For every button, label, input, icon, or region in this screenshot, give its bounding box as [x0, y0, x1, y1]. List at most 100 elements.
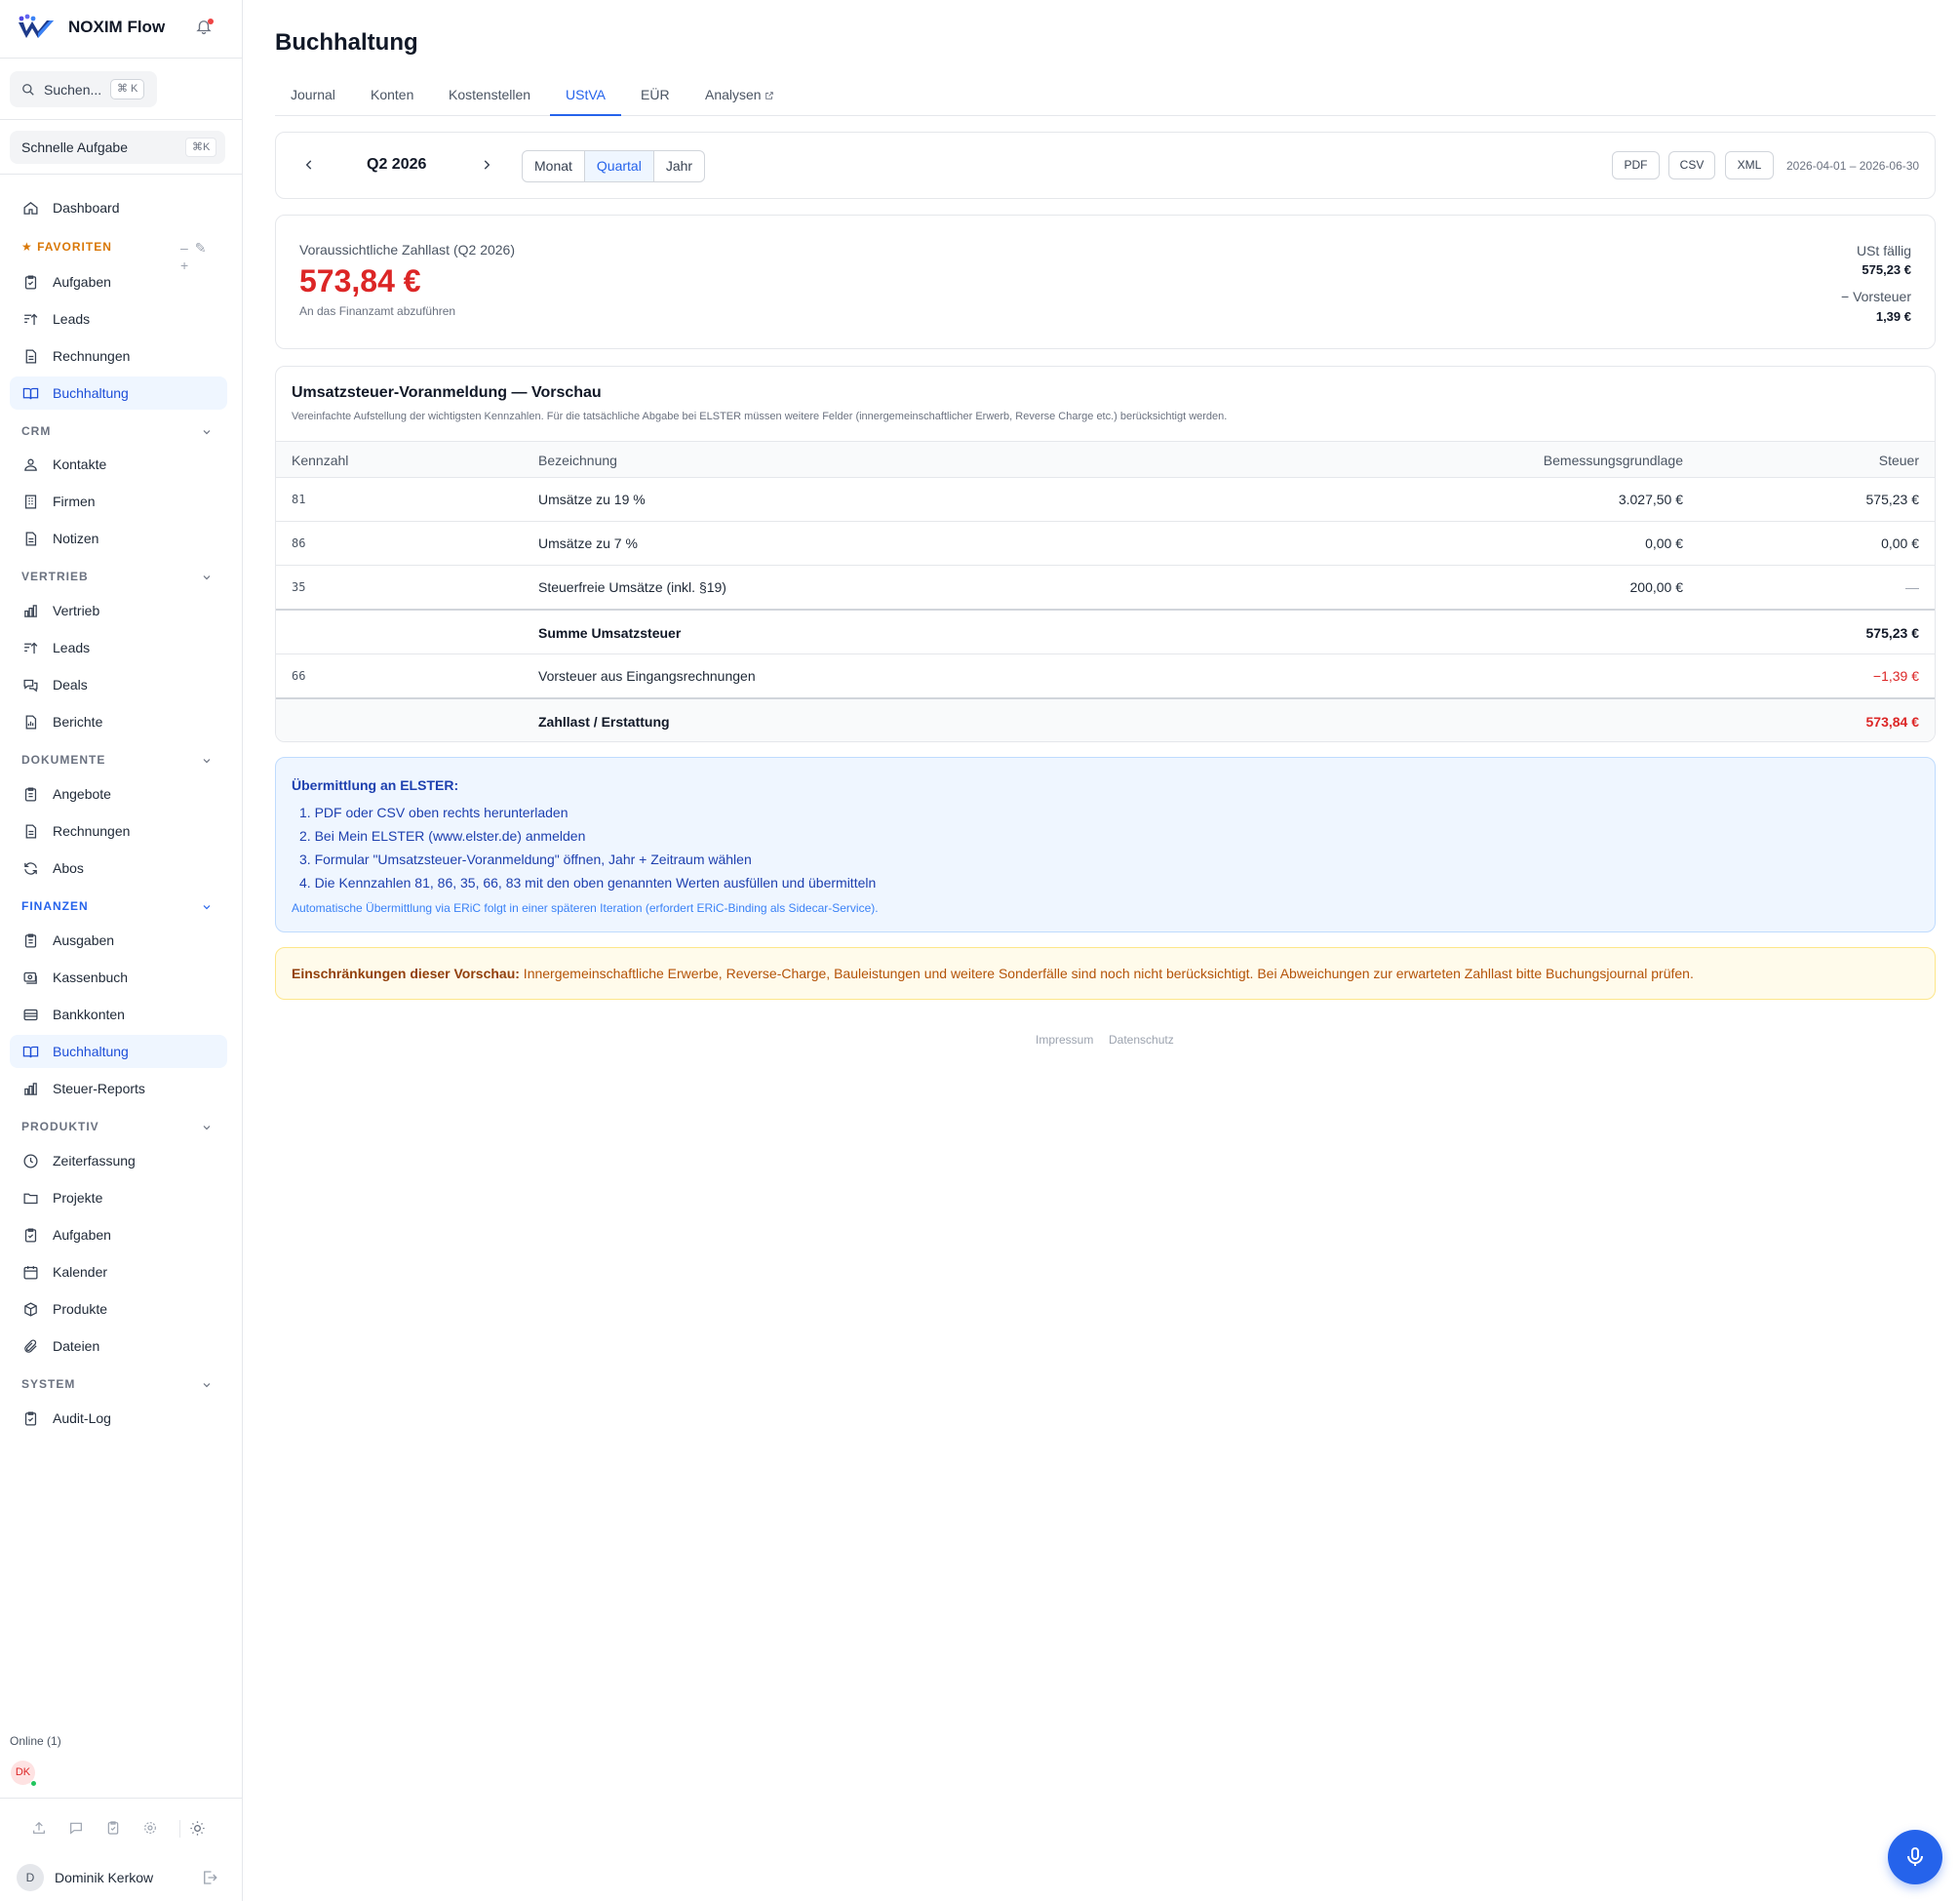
mode-jahr-button[interactable]: Jahr: [654, 151, 704, 181]
chat-icon[interactable]: [68, 1820, 84, 1836]
sidebar-item-notizen[interactable]: Notizen: [10, 522, 227, 555]
export-csv-button[interactable]: CSV: [1668, 151, 1715, 179]
sidebar-item-aufgaben[interactable]: Aufgaben: [10, 1218, 227, 1251]
row-code: 66: [292, 669, 306, 683]
sidebar-item-label: Aufgaben: [53, 274, 111, 290]
sidebar-item-fav-aufgaben[interactable]: Aufgaben: [10, 265, 227, 298]
tab-konten[interactable]: Konten: [371, 87, 413, 116]
collapse-icon[interactable]: –: [180, 241, 188, 255]
app-name: NOXIM Flow: [68, 18, 166, 36]
logout-icon[interactable]: [201, 1869, 218, 1886]
section-produktiv[interactable]: PRODUKTIV: [21, 1120, 221, 1135]
folder-icon: [22, 1190, 39, 1207]
contacts-icon: [22, 456, 39, 473]
sidebar-item-label: Deals: [53, 677, 88, 693]
sidebar-item-bankkonten[interactable]: Bankkonten: [10, 998, 227, 1031]
sidebar-item-kassenbuch[interactable]: Kassenbuch: [10, 961, 227, 994]
sidebar-item-ausgaben[interactable]: Ausgaben: [10, 924, 227, 957]
chevron-down-icon: [201, 755, 213, 767]
sidebar-item-label: Audit-Log: [53, 1410, 111, 1426]
summary-label: Voraussichtliche Zahllast (Q2 2026): [299, 242, 515, 257]
clipboard-check-icon: [22, 274, 39, 291]
upload-icon[interactable]: [31, 1820, 47, 1836]
credit-card-icon: [22, 1007, 39, 1023]
user-profile[interactable]: D Dominik Kerkow: [17, 1864, 226, 1891]
clipboard-icon[interactable]: [105, 1820, 121, 1836]
sidebar-item-projekte[interactable]: Projekte: [10, 1181, 227, 1214]
sidebar-item-zeiterfassung[interactable]: Zeiterfassung: [10, 1144, 227, 1177]
sidebar-item-audit-log[interactable]: Audit-Log: [10, 1402, 227, 1435]
period-mode-toggle: Monat Quartal Jahr: [522, 150, 706, 182]
sun-icon[interactable]: [189, 1820, 206, 1837]
sidebar-item-rechnungen[interactable]: Rechnungen: [10, 814, 227, 848]
tab-analysen[interactable]: Analysen: [705, 87, 774, 116]
section-system[interactable]: SYSTEM: [21, 1377, 221, 1393]
elster-title: Übermittlung an ELSTER:: [292, 777, 459, 793]
section-finanzen[interactable]: FINANZEN: [21, 899, 221, 915]
elster-note: Automatische Übermittlung via ERiC folgt…: [292, 901, 879, 915]
row-tax: 575,23 €: [1865, 625, 1920, 641]
sidebar-item-buchhaltung[interactable]: Buchhaltung: [10, 1035, 227, 1068]
tab-eur[interactable]: EÜR: [641, 87, 670, 116]
sidebar-item-firmen[interactable]: Firmen: [10, 485, 227, 518]
divider: [179, 1820, 180, 1838]
sidebar-item-dateien[interactable]: Dateien: [10, 1329, 227, 1363]
pencil-icon[interactable]: ✎: [195, 241, 207, 255]
mode-monat-button[interactable]: Monat: [523, 151, 585, 181]
tab-kostenstellen[interactable]: Kostenstellen: [449, 87, 530, 116]
impressum-link[interactable]: Impressum: [1036, 1033, 1093, 1047]
sidebar-item-produkte[interactable]: Produkte: [10, 1292, 227, 1326]
sidebar-item-fav-rechnungen[interactable]: Rechnungen: [10, 339, 227, 373]
sidebar-item-leads[interactable]: Leads: [10, 631, 227, 664]
section-vertrieb[interactable]: VERTRIEB: [21, 570, 221, 585]
quick-task-button[interactable]: Schnelle Aufgabe ⌘K: [10, 131, 225, 164]
noxim-logo[interactable]: [17, 13, 56, 42]
search-icon: [21, 83, 35, 97]
refresh-icon: [22, 860, 39, 877]
page-title: Buchhaltung: [275, 29, 418, 56]
export-xml-button[interactable]: XML: [1725, 151, 1774, 179]
table-row: 66 Vorsteuer aus Eingangsrechnungen −1,3…: [276, 653, 1935, 697]
sidebar-item-kontakte[interactable]: Kontakte: [10, 448, 227, 481]
sidebar-item-label: Berichte: [53, 714, 103, 730]
quick-task-shortcut: ⌘K: [185, 138, 217, 157]
table-row-total: Zahllast / Erstattung 573,84 €: [276, 697, 1935, 741]
chevron-right-icon[interactable]: [480, 158, 493, 172]
sidebar-item-label: Leads: [53, 640, 91, 655]
section-dokumente[interactable]: DOKUMENTE: [21, 753, 221, 769]
chevron-down-icon: [201, 426, 213, 438]
sidebar-item-vertrieb[interactable]: Vertrieb: [10, 594, 227, 627]
sidebar-item-kalender[interactable]: Kalender: [10, 1255, 227, 1288]
book-open-icon: [22, 385, 39, 402]
mode-quartal-button[interactable]: Quartal: [584, 151, 654, 181]
export-pdf-button[interactable]: PDF: [1612, 151, 1660, 179]
row-name: Summe Umsatzsteuer: [538, 625, 682, 641]
sidebar-item-label: Buchhaltung: [53, 385, 129, 401]
search-button[interactable]: Suchen... ⌘ K: [10, 71, 157, 107]
datenschutz-link[interactable]: Datenschutz: [1109, 1033, 1174, 1047]
section-title: CRM: [21, 424, 52, 438]
sidebar-item-berichte[interactable]: Berichte: [10, 705, 227, 738]
sidebar-item-fav-buchhaltung[interactable]: Buchhaltung: [10, 376, 227, 410]
chevron-left-icon[interactable]: [302, 158, 316, 172]
tab-bar: Journal Konten Kostenstellen UStVA EÜR A…: [275, 82, 1936, 116]
sidebar-item-deals[interactable]: Deals: [10, 668, 227, 701]
sidebar-item-steuer-reports[interactable]: Steuer-Reports: [10, 1072, 227, 1105]
section-crm[interactable]: CRM: [21, 424, 221, 440]
sidebar-item-abos[interactable]: Abos: [10, 851, 227, 885]
sidebar-item-label: Produkte: [53, 1301, 108, 1317]
document-icon: [22, 823, 39, 840]
voice-input-button[interactable]: [1888, 1830, 1942, 1884]
sidebar-item-angebote[interactable]: Angebote: [10, 777, 227, 811]
user-avatar: D: [17, 1864, 44, 1891]
bar-chart-icon: [22, 603, 39, 619]
gear-icon[interactable]: [142, 1820, 158, 1836]
chevron-down-icon: [201, 1379, 213, 1391]
tab-journal[interactable]: Journal: [291, 87, 335, 116]
tab-ustva[interactable]: UStVA: [550, 87, 621, 116]
vorsteuer-value: 1,39 €: [1875, 309, 1911, 324]
sidebar-item-fav-leads[interactable]: Leads: [10, 302, 227, 336]
sidebar-item-dashboard[interactable]: Dashboard: [10, 191, 227, 224]
chevron-down-icon: [201, 1122, 213, 1133]
sidebar-item-label: Ausgaben: [53, 932, 115, 948]
